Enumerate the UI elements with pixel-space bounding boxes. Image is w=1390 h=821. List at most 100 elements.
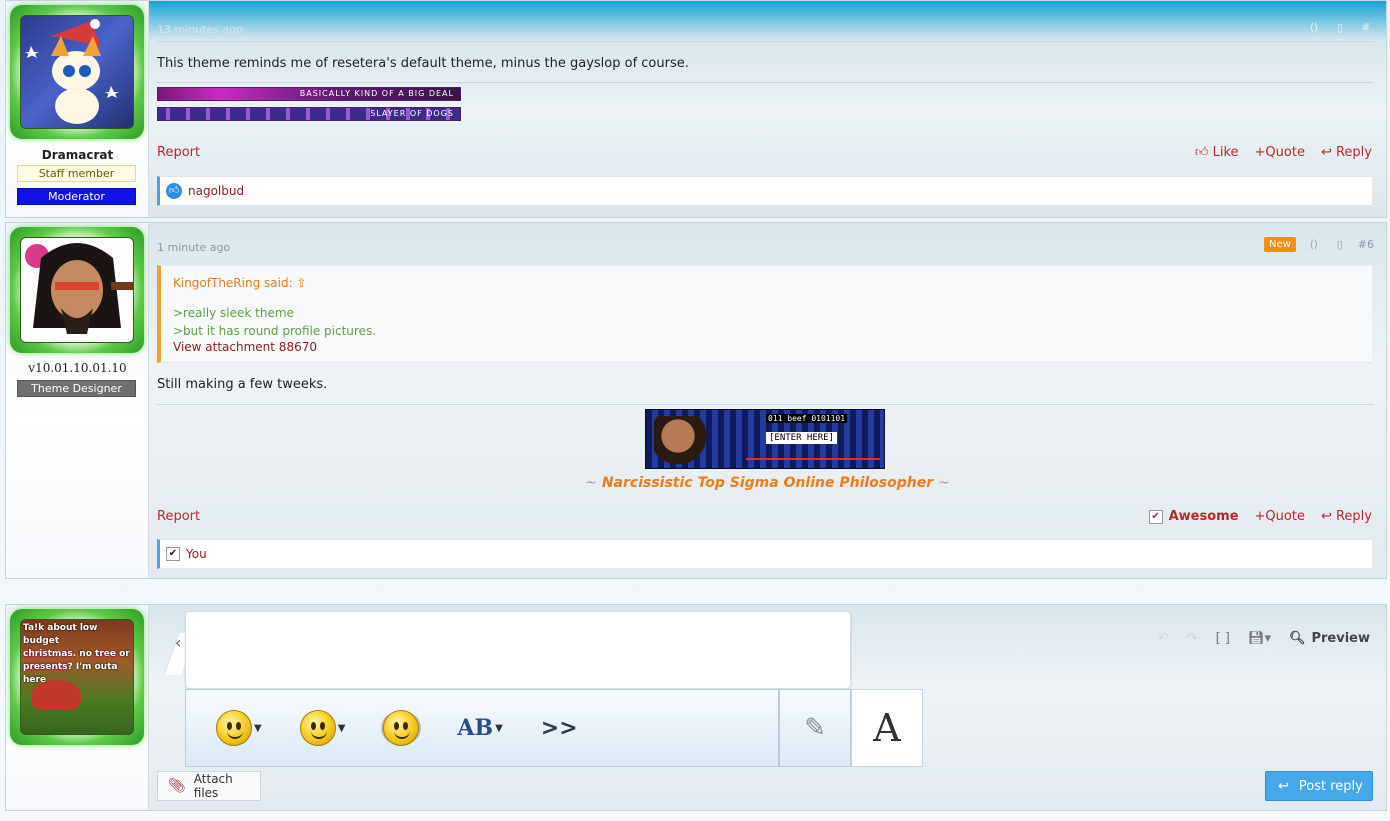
- avatar-image: Ta!k about low budget christmas. no tree…: [20, 619, 134, 735]
- tilde-left: ~: [585, 475, 597, 491]
- reaction-user[interactable]: You: [186, 547, 207, 561]
- preview-label: Preview: [1311, 631, 1370, 646]
- reply-button[interactable]: ↩ Reply: [1321, 509, 1372, 524]
- editor-area: ↶ ↷ [ ] 💾︎▾ 🔍︎ Preview ‹ ▼ ▼ AB ▼ >> ✎ A 📎…: [149, 605, 1386, 810]
- preview-button[interactable]: 🔍︎ Preview: [1289, 631, 1370, 646]
- pen-icon: ✎: [804, 713, 826, 743]
- emoji-popup: ‹ ▼ ▼ AB ▼ >> ✎ A: [157, 605, 923, 770]
- wobble-icon: [383, 710, 420, 746]
- caret-down-icon: ▼: [495, 722, 503, 734]
- fullscreen-icon[interactable]: [ ]: [1216, 631, 1230, 646]
- quote-block: KingofTheRing said: ⇧ >really sleek them…: [157, 265, 1372, 363]
- more-icon: >>: [540, 715, 578, 741]
- plus-icon: +: [1254, 509, 1266, 524]
- report-link[interactable]: Report: [157, 145, 200, 160]
- attachment-link[interactable]: View attachment 88670: [173, 340, 1360, 354]
- quick-reply: Ta!k about low budget christmas. no tree…: [5, 604, 1387, 811]
- divider: [157, 41, 1374, 42]
- action-group: 👍︎ Like +Quote ↩ Reply: [1195, 145, 1372, 160]
- reactions-bar[interactable]: 👍︎ nagolbud: [157, 176, 1372, 206]
- post-actions: Report ✔ Awesome +Quote ↩ Reply: [157, 509, 1372, 524]
- quote-header[interactable]: KingofTheRing said: ⇧: [173, 276, 1360, 290]
- avatar-art: [25, 19, 119, 124]
- like-label: Like: [1212, 145, 1239, 160]
- smile-icon: [216, 710, 252, 746]
- more-button[interactable]: >>: [541, 716, 578, 741]
- avatar-art: [25, 243, 133, 334]
- signature-divider: [157, 82, 1374, 83]
- new-badge: New: [1263, 237, 1296, 252]
- paperclip-icon: 📎︎: [168, 778, 186, 794]
- undo-icon[interactable]: ↶: [1158, 631, 1169, 646]
- username[interactable]: v10.01.10.01.10: [6, 361, 149, 375]
- reply-button[interactable]: ↩ Reply: [1321, 145, 1372, 160]
- avatar[interactable]: Ta!k about low budget christmas. no tree…: [10, 609, 144, 745]
- font-icon: A: [873, 706, 901, 750]
- like-button[interactable]: 👍︎ Like: [1195, 145, 1239, 160]
- report-link[interactable]: Report: [157, 509, 200, 524]
- avatar[interactable]: [10, 5, 144, 139]
- font-button[interactable]: A: [851, 689, 923, 767]
- avatar[interactable]: [10, 227, 144, 353]
- post-actions: Report 👍︎ Like +Quote ↩ Reply: [157, 145, 1372, 160]
- caption-text: no: [79, 649, 92, 659]
- bookmark-icon[interactable]: ▯: [1332, 21, 1348, 34]
- attach-label: Attach files: [193, 772, 233, 800]
- signature-banner-1: BASICALLY KIND OF A BIG DEAL: [157, 87, 461, 101]
- signature-banner-2: SLAYER OF DOGS: [157, 107, 461, 121]
- shake-emoji-button[interactable]: [383, 710, 420, 746]
- up-arrow-icon[interactable]: ⇧: [296, 276, 306, 290]
- draw-button[interactable]: ✎: [779, 689, 851, 767]
- ab-format-icon: AB: [457, 715, 494, 741]
- avatar-image: [20, 237, 134, 343]
- post-reply-label: Post reply: [1298, 778, 1363, 794]
- editor-input[interactable]: [185, 611, 851, 689]
- drafts-icon[interactable]: 💾︎▾: [1248, 631, 1271, 646]
- post-tools: New ⟨⟩ ▯ #6: [1263, 237, 1374, 252]
- username[interactable]: Dramacrat: [6, 148, 149, 162]
- like-reaction-icon: 👍︎: [166, 183, 182, 199]
- share-icon[interactable]: ⟨⟩: [1306, 21, 1322, 34]
- quote-button[interactable]: +Quote: [1255, 145, 1305, 160]
- reactions-bar[interactable]: ✔ You: [157, 539, 1372, 569]
- post-number[interactable]: #6: [1358, 238, 1374, 251]
- chevron-left-icon[interactable]: ‹: [175, 633, 181, 652]
- thumbs-up-icon: 👍︎: [1194, 145, 1213, 160]
- avatar-image: [20, 15, 134, 129]
- post-time[interactable]: 13 minutes ago: [157, 23, 243, 36]
- reply-icon: ↩: [1278, 778, 1289, 794]
- awesome-label: Awesome: [1168, 509, 1239, 524]
- greentext-line: >but it has round profile pictures.: [173, 324, 377, 338]
- post-text: This theme reminds me of resetera's defa…: [157, 56, 689, 71]
- signature-figure: [654, 416, 714, 466]
- caption-text: Ta!k about low budget: [23, 623, 98, 646]
- reaction-user[interactable]: nagolbud: [188, 184, 244, 198]
- post-1: Dramacrat Staff member Moderator 13 minu…: [5, 0, 1387, 218]
- bookmark-icon[interactable]: ▯: [1332, 238, 1348, 251]
- tagline-text: Narcissistic Top Sigma Online Philosophe…: [601, 475, 934, 491]
- wink-emoji-button[interactable]: ▼: [299, 710, 345, 746]
- post-reply-button[interactable]: ↩ Post reply: [1265, 771, 1373, 801]
- preview-icon: 🔍︎: [1288, 631, 1306, 646]
- quote-author: KingofTheRing said:: [173, 276, 293, 290]
- redo-icon[interactable]: ↷: [1187, 631, 1198, 646]
- quote-button[interactable]: +Quote: [1255, 509, 1305, 524]
- signature-wave: [746, 444, 880, 460]
- signature-tagline: ~ Narcissistic Top Sigma Online Philosop…: [149, 475, 1386, 491]
- text-format-button[interactable]: AB ▼: [457, 715, 502, 741]
- smile-emoji-button[interactable]: ▼: [216, 710, 262, 746]
- greentext-line: >really sleek theme: [173, 306, 294, 320]
- awesome-reaction-button[interactable]: ✔ Awesome: [1148, 509, 1239, 524]
- user-cell: Dramacrat Staff member Moderator: [6, 1, 149, 217]
- caption-text: christmas: [23, 649, 73, 659]
- post-time[interactable]: 1 minute ago: [157, 241, 230, 254]
- signature-image: 011 beef 0101101 [ENTER HERE]: [645, 409, 885, 469]
- caption-text: presents: [23, 662, 68, 672]
- post-2: v10.01.10.01.10 Theme Designer 1 minute …: [5, 222, 1387, 579]
- post-text: Still making a few tweeks.: [157, 377, 328, 392]
- theme-designer-banner: Theme Designer: [17, 380, 136, 397]
- checkbox-icon: ✔: [166, 547, 180, 561]
- share-icon[interactable]: ⟨⟩: [1306, 238, 1322, 251]
- post-number-icon[interactable]: #: [1358, 21, 1374, 34]
- attach-files-button[interactable]: 📎︎ Attach files: [157, 771, 261, 801]
